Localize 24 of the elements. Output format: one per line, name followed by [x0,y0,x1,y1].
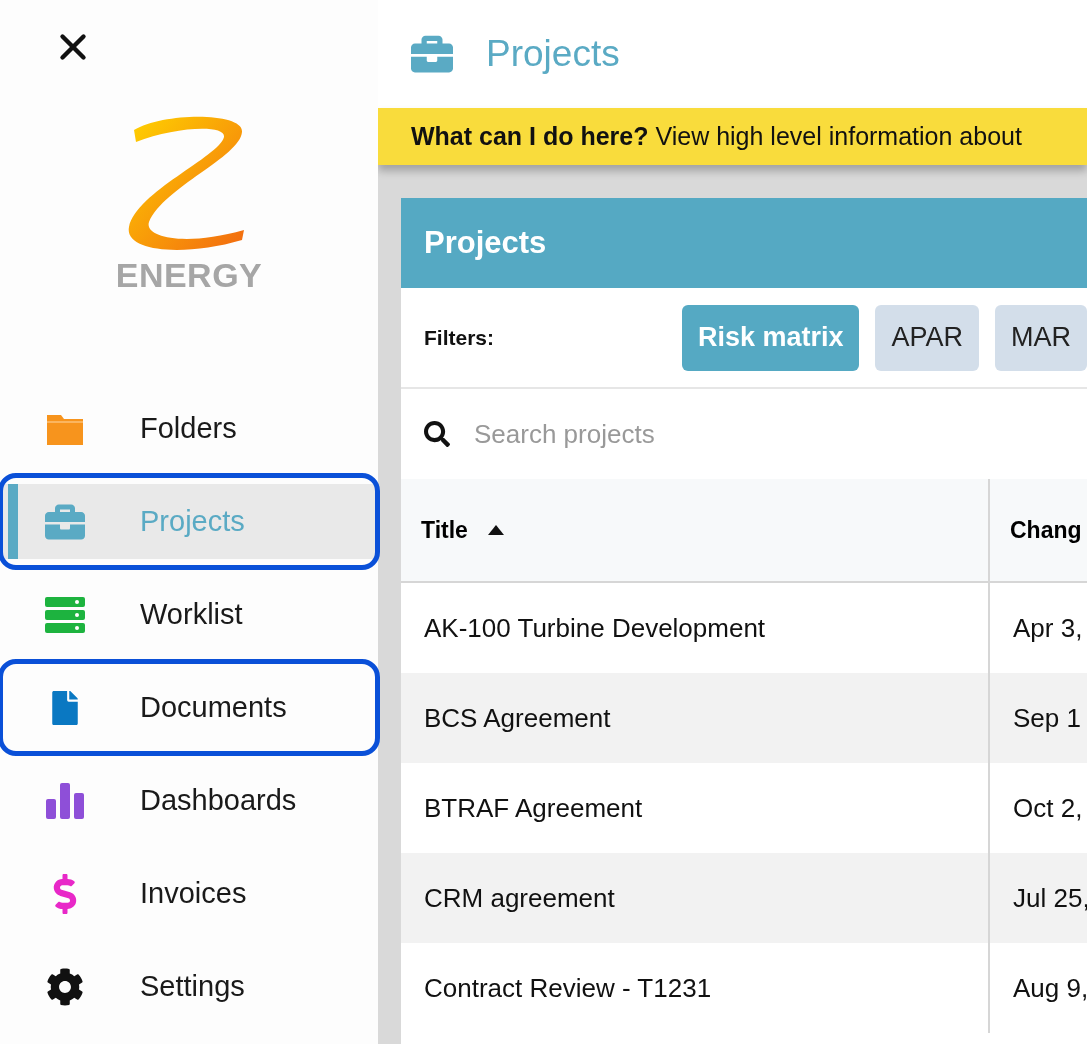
column-header[interactable]: Chang [990,479,1087,581]
sidebar-item[interactable]: Settings [0,940,378,1033]
search-icon [424,421,450,447]
filter-chip[interactable]: APAR [875,304,979,371]
settings-icon [46,967,84,1006]
sidebar-item[interactable]: Documents [0,661,378,754]
help-banner: What can I do here? View high level information about [378,108,1087,165]
stacked-bars-icon [45,596,85,633]
logo-text: ENERGY [115,256,263,295]
sidebar-item[interactable]: Invoices [0,847,378,940]
filter-chip[interactable]: MAR [995,304,1087,371]
sidebar-item[interactable]: Dashboards [0,754,378,847]
filters-label: Filters: [424,325,495,350]
sort-ascending-icon [487,525,504,535]
sidebar-item[interactable]: Folders [0,382,378,475]
sidebar-item[interactable]: Worklist [0,568,378,661]
table-cell: Contract Review - T1231 [401,943,990,1033]
bar-chart-icon [46,782,84,819]
table-cell: Aug 9, [990,943,1087,1033]
page-title: Projects [486,33,620,75]
briefcase-icon [411,33,453,75]
card-header: Projects [401,198,1087,288]
column-header[interactable]: Title [401,479,990,581]
search-field[interactable]: Search projects [472,417,1087,451]
